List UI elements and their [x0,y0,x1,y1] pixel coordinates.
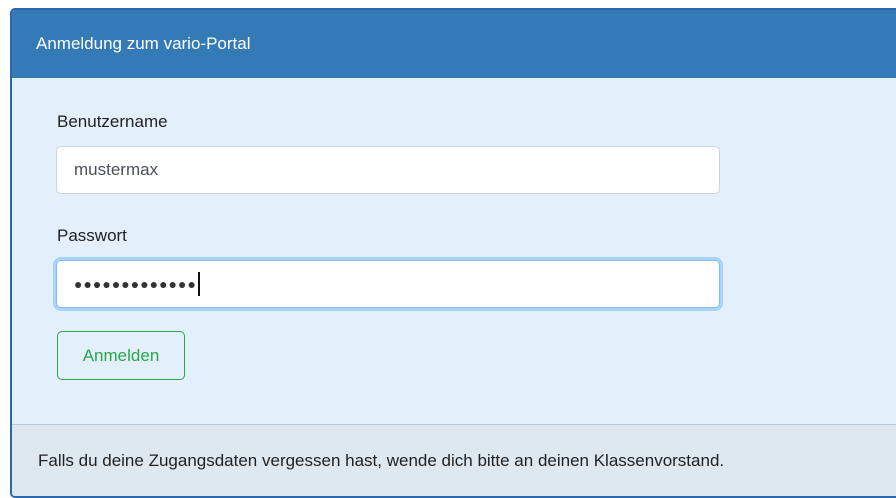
login-form: Benutzername mustermax Passwort ●●●●●●●●… [12,78,896,424]
panel-footer: Falls du deine Zugangsdaten vergessen ha… [12,424,896,496]
login-panel: Anmeldung zum vario-Portal Benutzername … [10,8,896,498]
username-label: Benutzername [57,112,168,131]
username-value: mustermax [74,160,159,179]
username-field[interactable]: mustermax [56,146,720,194]
top-strip [0,0,896,8]
text-cursor [197,272,200,297]
footer-help-text: Falls du deine Zugangsdaten vergessen ha… [38,451,725,470]
panel-header: Anmeldung zum vario-Portal [12,10,896,78]
password-field[interactable]: ●●●●●●●●●●●●● [56,260,720,308]
password-label: Passwort [57,226,127,245]
login-button[interactable]: Anmelden [57,331,185,380]
password-value: ●●●●●●●●●●●●● [74,276,197,292]
panel-title: Anmeldung zum vario-Portal [36,34,251,53]
